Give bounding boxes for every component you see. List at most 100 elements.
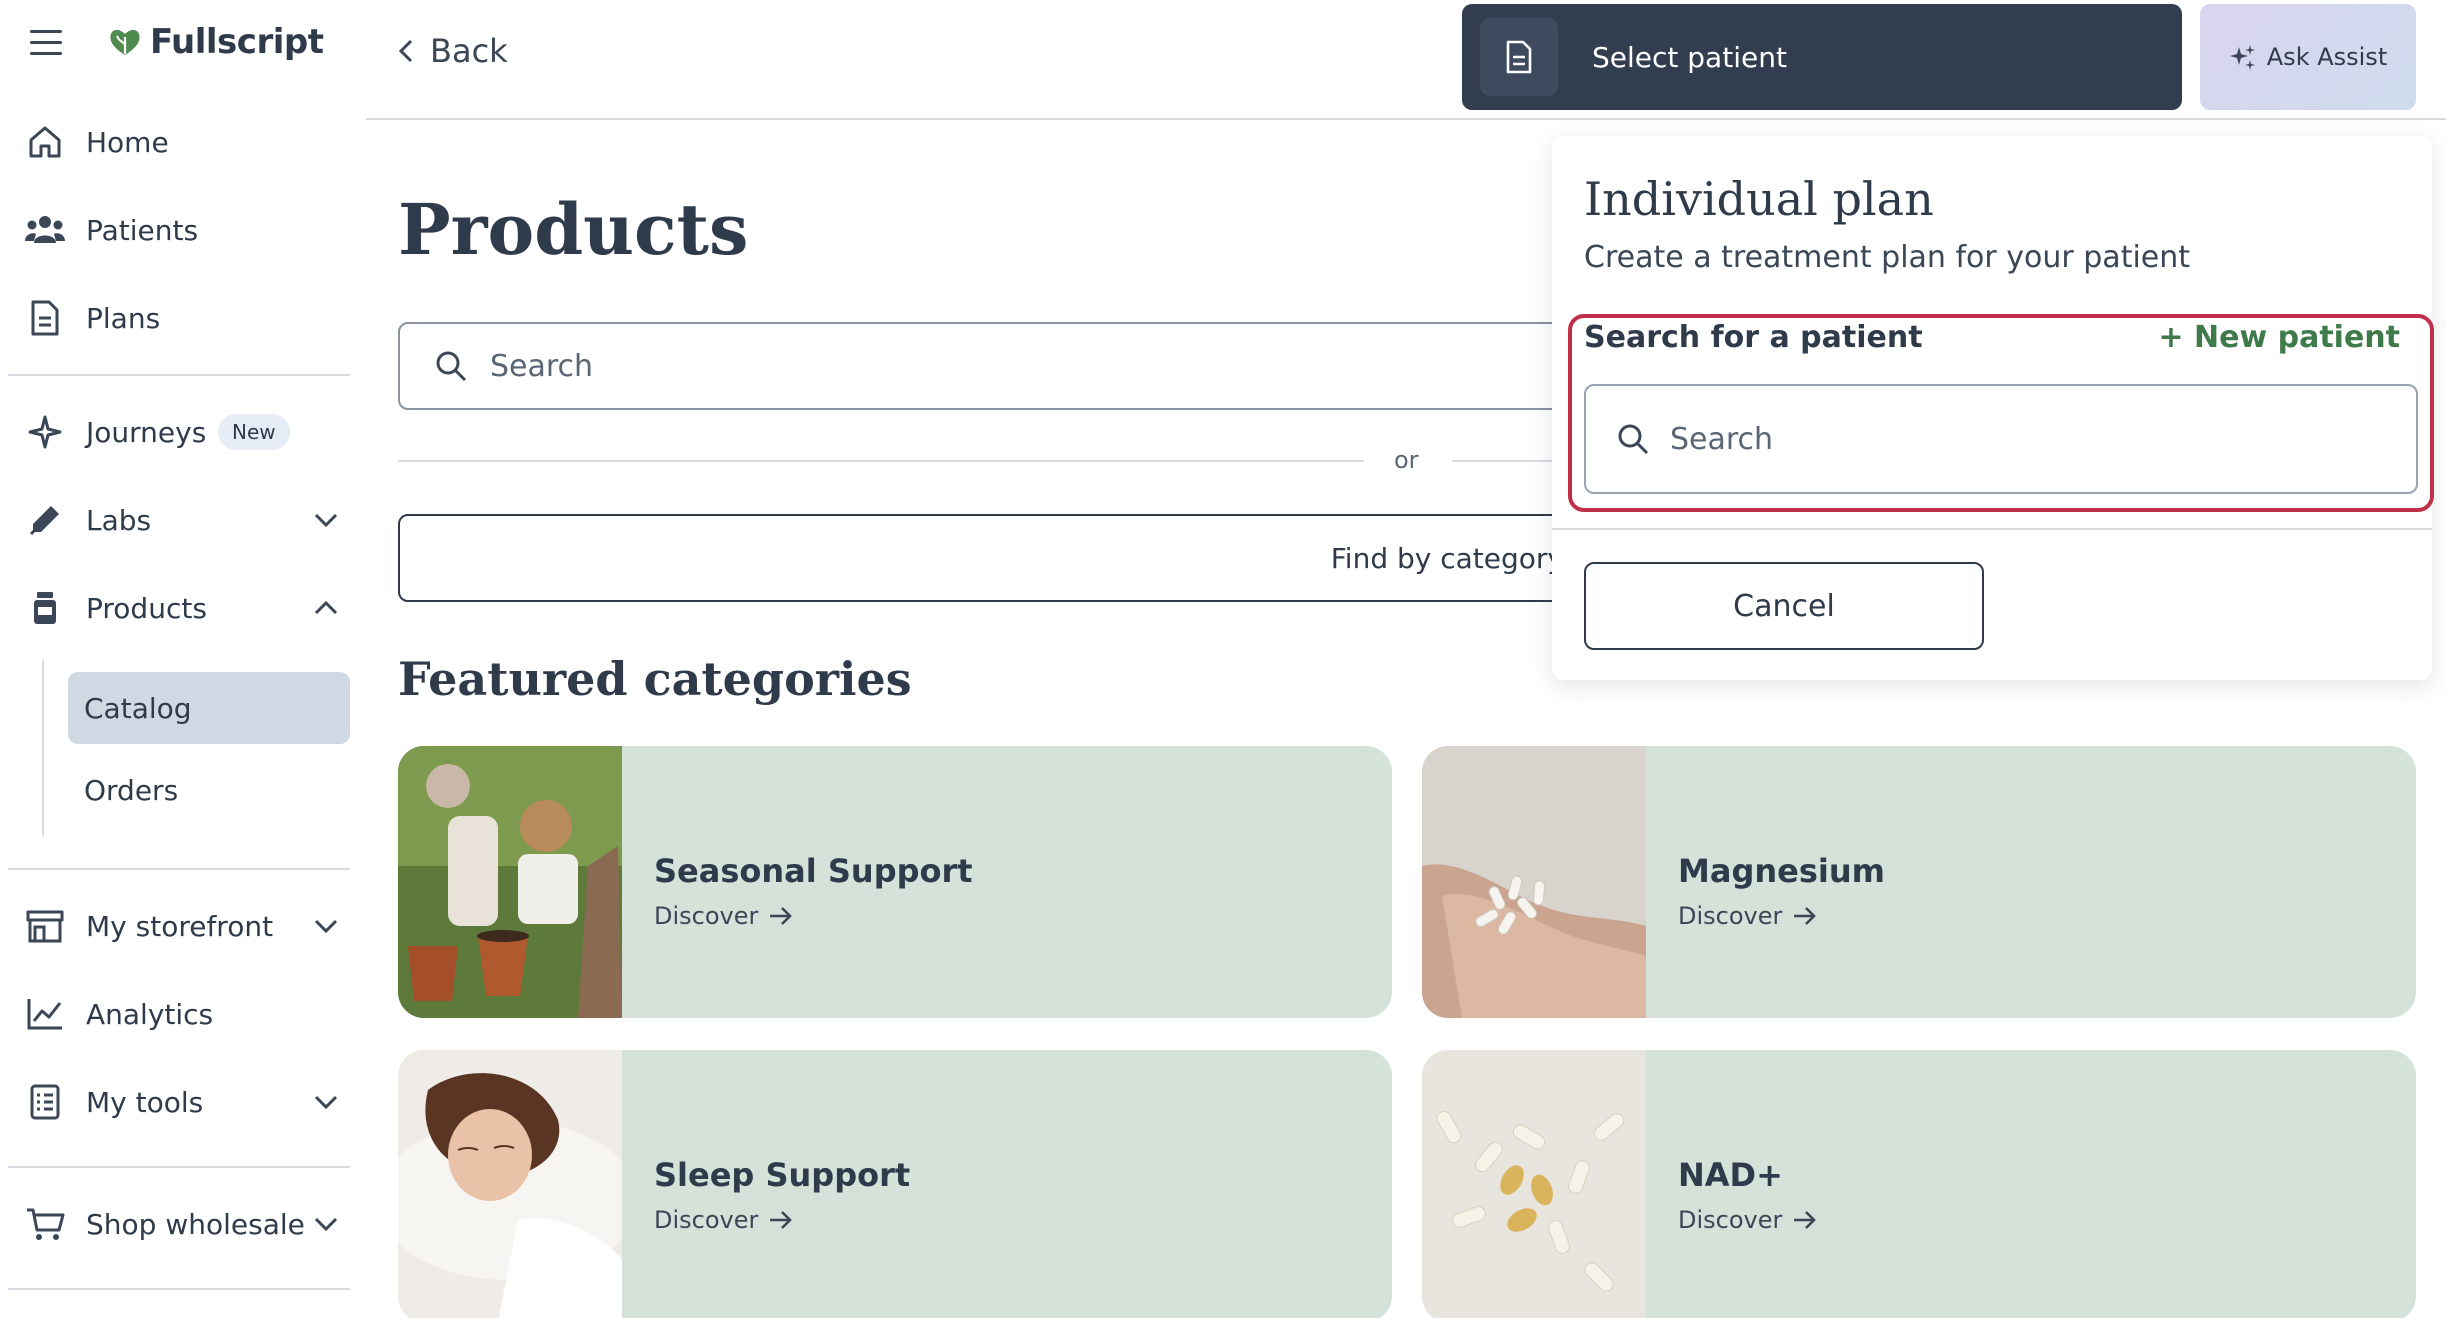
find-by-category-button[interactable]: Find by category [398,514,1598,602]
chevron-left-icon [398,39,413,63]
back-label: Back [430,32,508,70]
sidebar-divider [8,868,350,870]
ask-assist-button[interactable]: Ask Assist [2200,4,2416,110]
chevron-down-icon[interactable] [310,504,342,536]
discover-link[interactable]: Discover [1678,902,1818,930]
arrow-right-icon [1794,907,1817,925]
sidebar: Fullscript Home Patients Plans Journeys … [0,0,366,1318]
patient-search-label: Search for a patient [1584,320,1923,355]
nad-plus-image [1422,1050,1646,1318]
sidebar-item-label: Analytics [86,997,214,1031]
arrow-right-icon [770,1211,793,1229]
search-icon [1618,424,1649,455]
sidebar-divider [8,1288,350,1290]
sidebar-item-label: Plans [86,301,161,335]
chevron-down-icon[interactable] [310,910,342,942]
document-icon [1480,18,1558,96]
sleep-support-image [398,1050,622,1318]
product-search-box[interactable] [398,322,1598,410]
assist-sparkle-icon [2229,45,2255,70]
arrow-right-icon [770,907,793,925]
ask-assist-label: Ask Assist [2266,43,2388,71]
sidebar-item-journeys[interactable]: Journeys New [0,400,366,464]
discover-link[interactable]: Discover [654,902,794,930]
featured-categories-heading: Featured categories [398,652,912,706]
sidebar-item-my-tools[interactable]: My tools [0,1070,366,1134]
cart-icon [24,1203,66,1245]
hamburger-menu-icon[interactable] [30,30,62,58]
discover-label: Discover [1678,902,1783,930]
popover-subtitle: Create a treatment plan for your patient [1584,240,2191,275]
fullscript-logo[interactable]: Fullscript [108,22,324,62]
chevron-down-icon[interactable] [310,1208,342,1240]
patients-icon [24,209,66,251]
popover-title: Individual plan [1584,172,1934,226]
sidebar-item-products[interactable]: Products [0,576,366,640]
popover-divider [1552,528,2432,530]
chart-line-icon [24,993,66,1035]
sidebar-item-label: Patients [86,213,199,247]
category-card-nad-plus[interactable]: NAD+ Discover [1422,1050,2416,1318]
seasonal-support-image [398,746,622,1018]
sidebar-item-label: My tools [86,1085,204,1119]
sidebar-divider [8,374,350,376]
submenu-guide-line [42,660,44,836]
new-patient-link[interactable]: + New patient [2158,320,2400,355]
category-card-seasonal-support[interactable]: Seasonal Support Discover [398,746,1392,1018]
sidebar-item-label: Shop wholesale [86,1207,305,1241]
home-icon [24,121,66,163]
sidebar-item-label: Journeys [86,415,207,449]
category-name: Magnesium [1678,852,1885,890]
leaf-heart-icon [110,29,140,55]
discover-link[interactable]: Discover [654,1206,794,1234]
sidebar-divider [8,1166,350,1168]
product-search-input[interactable] [490,348,1290,384]
discover-link[interactable]: Discover [1678,1206,1818,1234]
select-patient-button[interactable]: Select patient [1462,4,2182,110]
category-name: NAD+ [1678,1156,1783,1194]
top-header: Back Select patient Ask Assist [366,0,2446,120]
bottle-icon [24,587,66,629]
select-patient-label: Select patient [1592,40,1787,74]
pipette-icon [24,499,66,541]
category-name: Seasonal Support [654,852,973,890]
separator-line [398,460,1364,462]
sidebar-item-home[interactable]: Home [0,110,366,174]
arrow-right-icon [1794,1211,1817,1229]
sidebar-item-patients[interactable]: Patients [0,198,366,262]
magnesium-image [1422,746,1646,1018]
page-title: Products [398,188,749,271]
logo-text: Fullscript [150,22,324,62]
sidebar-subitem-orders[interactable]: Orders [68,754,350,826]
chevron-down-icon[interactable] [310,1086,342,1118]
search-icon [436,351,467,382]
category-card-magnesium[interactable]: Magnesium Discover [1422,746,2416,1018]
checklist-icon [24,1081,66,1123]
sidebar-item-label: Home [86,125,169,159]
sidebar-item-my-storefront[interactable]: My storefront [0,894,366,958]
new-badge: New [218,414,290,450]
document-icon [24,297,66,339]
patient-search-input[interactable] [1670,421,2370,457]
patient-search-box[interactable] [1584,384,2418,494]
find-by-category-label: Find by category [1330,541,1564,575]
sidebar-item-label: Products [86,591,207,625]
or-separator: or [398,446,1598,476]
discover-label: Discover [654,1206,759,1234]
sidebar-item-shop-wholesale[interactable]: Shop wholesale [0,1192,366,1256]
sidebar-item-label: Labs [86,503,152,537]
category-name: Sleep Support [654,1156,911,1194]
sidebar-subitem-catalog[interactable]: Catalog [68,672,350,744]
or-label: or [1394,446,1419,474]
sidebar-item-labs[interactable]: Labs [0,488,366,552]
storefront-icon [24,905,66,947]
sidebar-item-label: My storefront [86,909,274,943]
individual-plan-popover: Individual plan Create a treatment plan … [1552,136,2434,680]
sidebar-item-analytics[interactable]: Analytics [0,982,366,1046]
chevron-up-icon[interactable] [310,592,342,624]
back-button[interactable]: Back [396,32,508,70]
cancel-button[interactable]: Cancel [1584,562,1984,650]
discover-label: Discover [1678,1206,1783,1234]
category-card-sleep-support[interactable]: Sleep Support Discover [398,1050,1392,1318]
sidebar-item-plans[interactable]: Plans [0,286,366,350]
